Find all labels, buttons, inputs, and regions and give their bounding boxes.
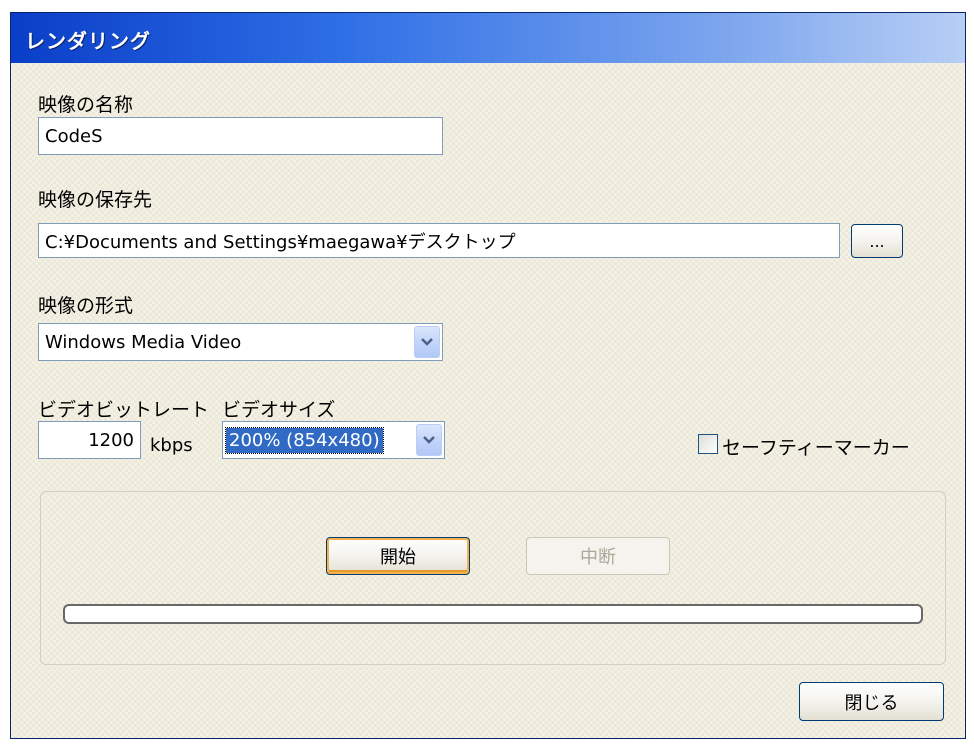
start-button[interactable]: 開始 xyxy=(326,537,470,575)
video-format-label: 映像の形式 xyxy=(38,295,134,317)
video-size-label: ビデオサイズ xyxy=(222,399,336,421)
dialog-title: レンダリング xyxy=(25,29,151,53)
bitrate-label: ビデオビットレート xyxy=(38,399,210,421)
stop-button[interactable]: 中断 xyxy=(526,537,670,575)
safety-marker-checkbox[interactable] xyxy=(698,434,718,454)
chevron-down-icon[interactable] xyxy=(414,326,440,358)
video-name-input[interactable]: CodeS xyxy=(38,117,443,155)
safety-marker-checkbox-row[interactable]: セーフティーマーカー xyxy=(698,433,918,459)
video-size-select[interactable]: 200% (854x480) xyxy=(222,421,445,459)
chevron-down-icon[interactable] xyxy=(416,424,442,456)
video-format-value: Windows Media Video xyxy=(45,331,242,353)
video-name-label: 映像の名称 xyxy=(38,94,134,116)
bitrate-input[interactable]: 1200 xyxy=(38,421,141,459)
save-location-input[interactable]: C:¥Documents and Settings¥maegawa¥デスクトップ xyxy=(38,223,840,258)
save-location-label: 映像の保存先 xyxy=(38,189,153,211)
bitrate-unit: kbps xyxy=(150,435,193,456)
title-bar: レンダリング xyxy=(11,13,965,63)
video-size-value: 200% (854x480) xyxy=(225,426,384,454)
rendering-dialog: レンダリング 映像の名称 CodeS 映像の保存先 C:¥Documents a… xyxy=(10,12,966,739)
close-button[interactable]: 閉じる xyxy=(799,682,944,721)
video-format-select[interactable]: Windows Media Video xyxy=(38,323,443,361)
render-progress-bar xyxy=(63,604,923,624)
browse-button[interactable]: ... xyxy=(851,224,903,258)
render-progress-group xyxy=(40,491,946,665)
safety-marker-label: セーフティーマーカー xyxy=(722,437,910,459)
